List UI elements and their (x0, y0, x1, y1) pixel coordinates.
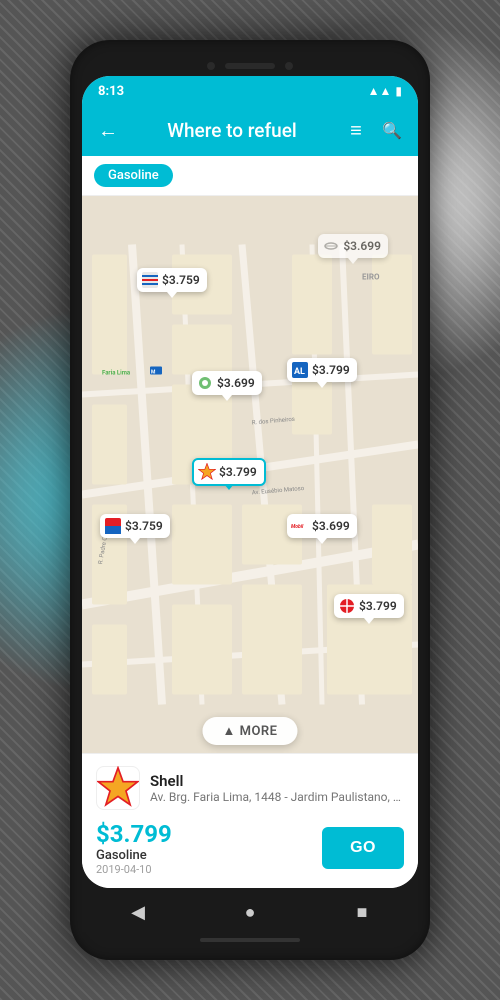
filter-bar: Gasoline (82, 156, 418, 196)
price-row: $3.799 Gasoline 2019-04-10 GO (96, 820, 404, 876)
station-details: Shell Av. Brg. Faria Lima, 1448 - Jardim… (150, 772, 404, 804)
back-button[interactable]: ← (96, 118, 120, 143)
price-pin-5[interactable]: $3.799 (192, 458, 266, 486)
battery-icon: ▮ (395, 84, 402, 98)
fuel-date: 2019-04-10 (96, 863, 172, 876)
pin-price-5: $3.799 (219, 465, 257, 479)
station-logo (96, 766, 140, 810)
svg-text:Mobil: Mobil (291, 524, 304, 530)
pin-price-1: $3.759 (162, 273, 200, 287)
pin-logo-chevron (104, 517, 122, 535)
pin-logo-1 (141, 271, 159, 289)
price-value: $3.799 (96, 820, 172, 848)
pin-price-6: $3.759 (125, 519, 163, 533)
svg-text:EIRO: EIRO (362, 273, 380, 282)
more-button[interactable]: ▲ MORE (202, 717, 297, 745)
status-bar: 8:13 ▲▲ ▮ (82, 76, 418, 104)
phone-frame: 8:13 ▲▲ ▮ ← Where to refuel ≡ 🔍 Gasoline (70, 40, 430, 960)
home-bar (200, 938, 300, 942)
pin-price-4: $3.799 (312, 363, 350, 377)
pin-logo-2 (322, 237, 340, 255)
svg-text:M: M (151, 370, 156, 376)
pin-logo-mobil: Mobil (291, 517, 309, 535)
station-info: Shell Av. Brg. Faria Lima, 1448 - Jardim… (96, 766, 404, 810)
shell-logo-svg (97, 766, 139, 810)
pin-price-7: $3.699 (312, 519, 350, 533)
status-icons: ▲▲ ▮ (368, 84, 402, 98)
page-title: Where to refuel (132, 119, 332, 142)
nav-back-button[interactable]: ◀ (122, 896, 154, 928)
front-camera (207, 62, 215, 70)
station-name: Shell (150, 772, 404, 790)
phone-speaker (225, 63, 275, 69)
price-pin-3[interactable]: $3.699 (192, 371, 262, 395)
pin-price-2: $3.699 (343, 239, 381, 253)
price-info: $3.799 Gasoline 2019-04-10 (96, 820, 172, 876)
price-pin-2[interactable]: $3.699 (318, 234, 388, 258)
pin-logo-4: AL (291, 361, 309, 379)
price-pin-1[interactable]: $3.759 (137, 268, 207, 292)
price-pin-6[interactable]: $3.759 (100, 514, 170, 538)
phone-top (82, 58, 418, 76)
nav-bar: ◀ ● ■ (82, 888, 418, 932)
pin-logo-texaco (338, 597, 356, 615)
nav-recent-button[interactable]: ■ (346, 896, 378, 928)
fuel-type: Gasoline (96, 848, 172, 863)
app-bar: ← Where to refuel ≡ 🔍 (82, 104, 418, 156)
gasoline-chip[interactable]: Gasoline (94, 164, 173, 187)
front-sensor (285, 62, 293, 70)
svg-text:AL: AL (294, 367, 305, 377)
filter-button[interactable]: ≡ (344, 118, 368, 143)
pin-price-3: $3.699 (217, 376, 255, 390)
more-button-label: ▲ MORE (222, 723, 277, 739)
pin-price-8: $3.799 (359, 599, 397, 613)
pin-logo-3 (196, 374, 214, 392)
pin-logo-shell (198, 463, 216, 481)
svg-text:Faria Lima: Faria Lima (102, 370, 131, 377)
phone-screen: 8:13 ▲▲ ▮ ← Where to refuel ≡ 🔍 Gasoline (82, 76, 418, 888)
signal-icon: ▲▲ (368, 84, 392, 98)
bottom-card: Shell Av. Brg. Faria Lima, 1448 - Jardim… (82, 753, 418, 888)
map-container[interactable]: R. Padre Carvalho Av. Eusébio Matoso R. … (82, 196, 418, 753)
go-button[interactable]: GO (322, 827, 404, 869)
price-pin-7[interactable]: Mobil $3.699 (287, 514, 357, 538)
nav-home-button[interactable]: ● (234, 896, 266, 928)
phone-bottom (82, 932, 418, 946)
status-time: 8:13 (98, 84, 124, 99)
station-address: Av. Brg. Faria Lima, 1448 - Jardim Pauli… (150, 790, 404, 804)
price-pin-4[interactable]: AL $3.799 (287, 358, 357, 382)
search-button[interactable]: 🔍 (380, 121, 404, 140)
price-pin-8[interactable]: $3.799 (334, 594, 404, 618)
